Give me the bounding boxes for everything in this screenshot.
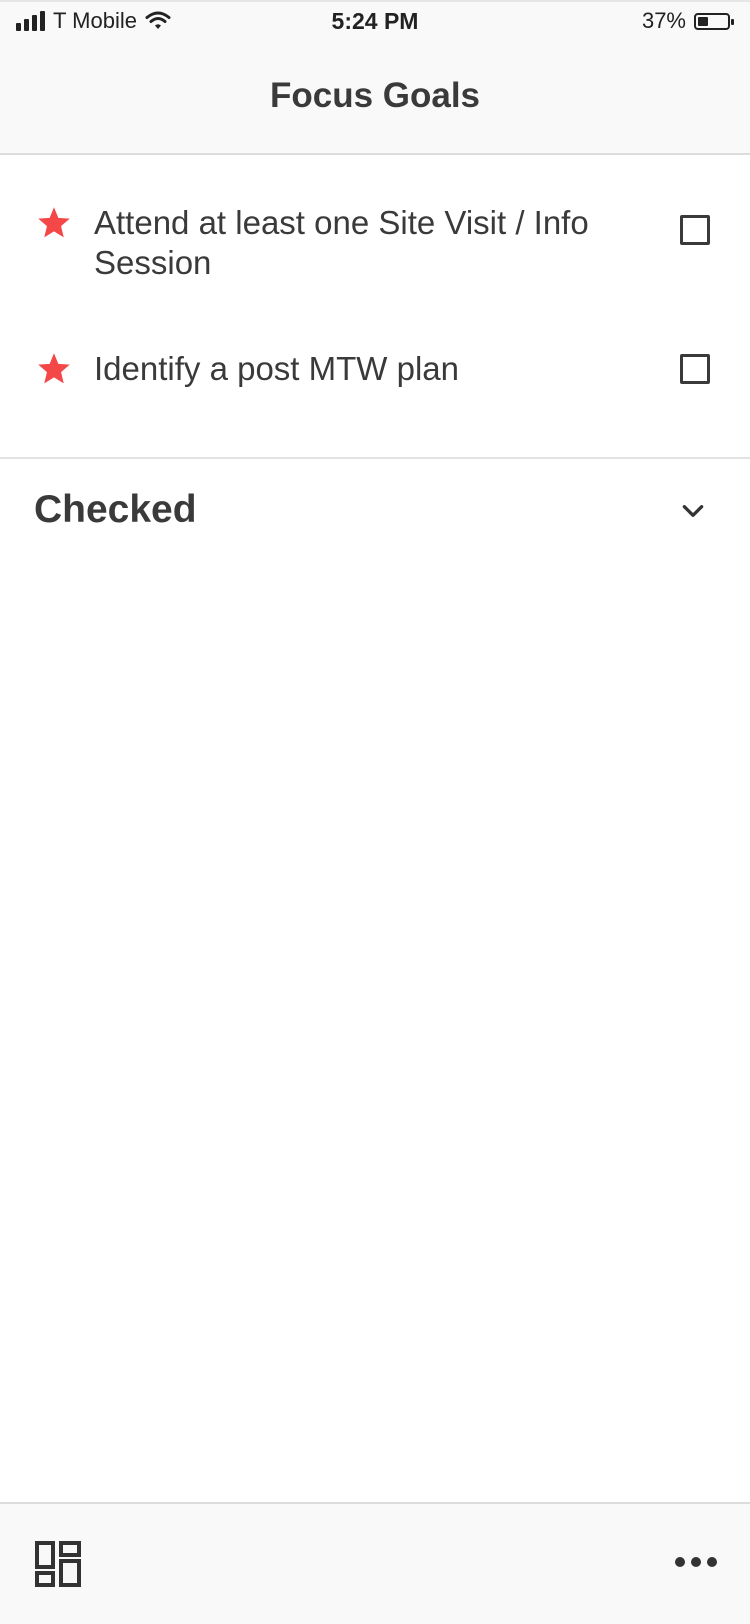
star-icon[interactable] — [36, 205, 72, 241]
bottom-toolbar — [0, 1502, 750, 1624]
goal-text: Attend at least one Site Visit / Info Se… — [94, 204, 589, 281]
status-right: 37% — [641, 8, 734, 34]
more-icon[interactable] — [674, 1552, 718, 1572]
goal-text: Identify a post MTW plan — [94, 350, 459, 387]
screen: T Mobile 5:24 PM 37% Focus Goals Attend … — [0, 0, 750, 1624]
goal-checkbox[interactable] — [680, 354, 710, 384]
checked-section-title: Checked — [34, 488, 197, 531]
nav-bar: Focus Goals — [0, 42, 750, 155]
chevron-down-icon[interactable] — [680, 498, 706, 524]
battery-charging-icon — [694, 12, 734, 30]
star-icon[interactable] — [36, 351, 72, 387]
battery-percent: 37% — [641, 8, 686, 33]
goal-checkbox[interactable] — [680, 215, 710, 245]
page-title: Focus Goals — [269, 75, 481, 115]
goal-item[interactable]: Attend at least one Site Visit / Info Se… — [0, 157, 750, 299]
section-divider — [0, 457, 750, 459]
status-time: 5:24 PM — [331, 8, 419, 34]
battery-level — [698, 16, 708, 26]
dashboard-icon[interactable] — [34, 1540, 82, 1588]
checked-section-header[interactable]: Checked — [0, 460, 750, 560]
status-bar: T Mobile 5:24 PM 37% — [0, 0, 750, 42]
goal-item[interactable]: Identify a post MTW plan — [0, 299, 750, 441]
